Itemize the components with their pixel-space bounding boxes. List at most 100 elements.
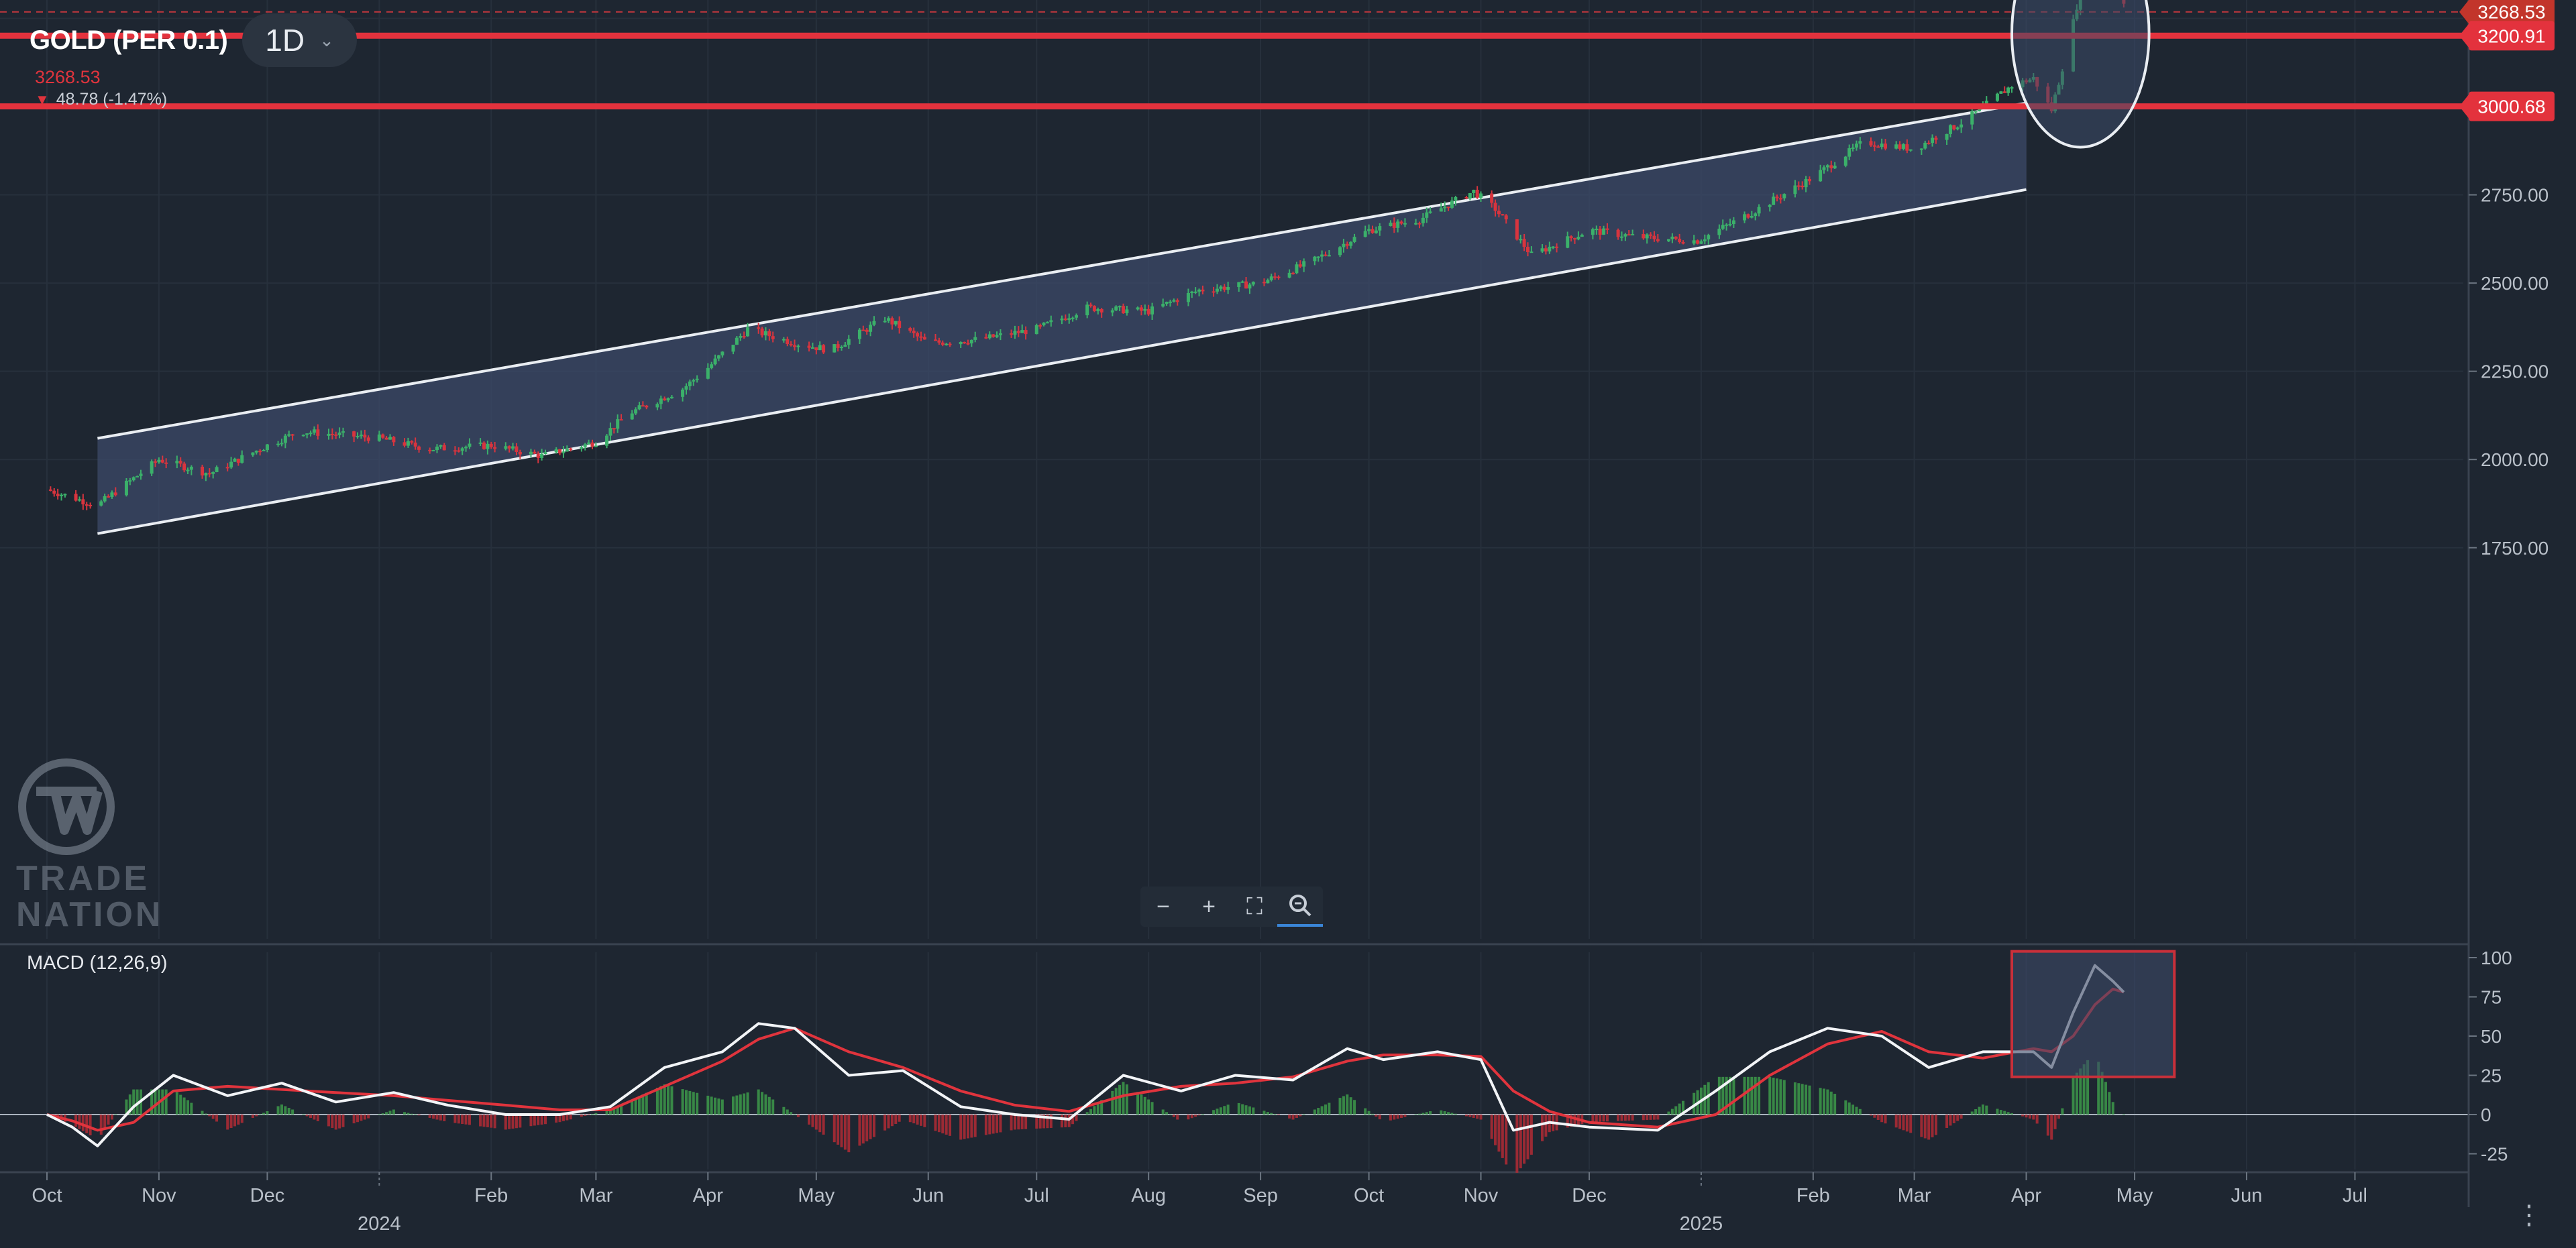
candle-body: [334, 434, 338, 436]
candle-body: [341, 431, 345, 433]
candle-body: [1602, 228, 1606, 235]
trade-nation-watermark: TRADE NATION: [16, 756, 163, 933]
macd-histogram-bar: [255, 1115, 258, 1117]
macd-histogram-bar: [226, 1115, 229, 1130]
candle-body: [746, 327, 750, 337]
candle-body: [442, 445, 446, 451]
zoom-in-button[interactable]: +: [1186, 887, 1232, 927]
fit-screen-button[interactable]: ⛶: [1232, 887, 1277, 927]
chart-background: [0, 0, 2576, 1248]
macd-histogram-bar: [670, 1086, 674, 1115]
macd-histogram-bar: [1884, 1115, 1887, 1124]
macd-histogram-bar: [1945, 1115, 1949, 1128]
macd-histogram-bar: [1454, 1113, 1457, 1115]
macd-histogram-bar: [468, 1115, 471, 1125]
magnifier-button[interactable]: [1277, 887, 1323, 927]
macd-histogram-bar: [908, 1115, 912, 1123]
arrow-down-icon: ▼: [35, 91, 50, 108]
macd-histogram-bar: [1717, 1076, 1721, 1115]
candle-body: [933, 339, 937, 341]
candle-body: [1631, 234, 1635, 236]
macd-histogram-bar: [1165, 1112, 1169, 1115]
candle-body: [431, 450, 435, 452]
candle-body: [1696, 240, 1700, 244]
macd-histogram-bar: [796, 1115, 800, 1117]
candle-body: [608, 428, 612, 436]
macd-histogram-bar: [1353, 1100, 1356, 1115]
candle-body: [482, 442, 486, 449]
candle-body: [128, 480, 132, 482]
candle-body: [587, 442, 591, 445]
candle-body: [540, 453, 544, 458]
time-tick-label: Apr: [2011, 1185, 2041, 1206]
macd-histogram-bar: [1801, 1084, 1804, 1115]
year-tick-label: 2024: [358, 1213, 401, 1235]
zoom-out-button[interactable]: −: [1140, 887, 1186, 927]
macd-histogram-bar: [2021, 1115, 2025, 1117]
candle-body: [655, 404, 659, 408]
candle-body: [305, 433, 309, 435]
candle-body: [1439, 208, 1443, 212]
candle-body: [435, 446, 439, 451]
macd-histogram-bar: [1089, 1109, 1093, 1115]
candle-body: [807, 345, 811, 348]
candle-body: [1970, 111, 1974, 125]
macd-histogram-bar: [2061, 1108, 2064, 1115]
candle-body: [258, 451, 262, 453]
macd-histogram-bar: [490, 1115, 493, 1128]
candle-body: [453, 450, 457, 452]
macd-histogram-bar: [847, 1115, 851, 1153]
candle-body: [207, 473, 211, 475]
candle-body: [1807, 178, 1811, 182]
macd-histogram-bar: [1768, 1076, 1772, 1115]
macd-histogram-bar: [659, 1086, 663, 1115]
macd-histogram-bar: [1291, 1115, 1295, 1120]
candle-body: [843, 345, 847, 347]
candle-body: [1796, 185, 1801, 187]
macd-histogram-bar: [1646, 1115, 1649, 1121]
candle-body: [1566, 236, 1570, 248]
macd-histogram-bar: [1114, 1088, 1118, 1115]
macd-histogram-bar: [761, 1092, 764, 1115]
candle-body: [103, 496, 107, 502]
macd-histogram-bar: [1934, 1115, 1937, 1135]
candle-body: [912, 331, 916, 333]
macd-histogram-bar: [1443, 1111, 1446, 1115]
candle-body: [377, 434, 381, 441]
macd-histogram-bar: [1627, 1115, 1631, 1121]
candle-body: [713, 358, 717, 365]
price-badge-label: 3200.91: [2477, 25, 2545, 46]
macd-histogram-bar: [584, 1115, 587, 1116]
macd-histogram-bar: [771, 1099, 775, 1115]
candle-body: [894, 321, 898, 325]
candle-body: [2006, 87, 2010, 93]
macd-histogram-bar: [1241, 1104, 1244, 1115]
timeframe-selector[interactable]: 1D ⌄: [242, 13, 357, 67]
candle-body: [922, 337, 926, 340]
macd-histogram-bar: [1375, 1115, 1378, 1117]
macd-histogram-bar: [1667, 1111, 1670, 1115]
candle-body: [1898, 144, 1902, 149]
macd-histogram-bar: [1060, 1115, 1063, 1128]
macd-histogram-bar: [1602, 1115, 1605, 1122]
macd-histogram-bar: [78, 1115, 81, 1129]
candle-body: [1139, 307, 1143, 311]
candle-body: [1847, 148, 1851, 157]
macd-histogram-bar: [808, 1115, 811, 1125]
gold-chart[interactable]: 3500.002750.002500.002250.002000.001750.…: [0, 0, 2576, 1248]
macd-histogram-bar: [493, 1115, 496, 1129]
candle-body: [428, 449, 432, 451]
more-options-icon[interactable]: ⋮: [2516, 1200, 2542, 1231]
macd-histogram-bar: [1776, 1078, 1779, 1115]
candle-body: [1287, 272, 1291, 278]
candle-body: [1277, 276, 1281, 278]
macd-histogram-bar: [284, 1106, 287, 1115]
candle-body: [1757, 207, 1761, 214]
candle-body: [1244, 281, 1248, 289]
candle-body: [1143, 308, 1147, 311]
candle-body: [240, 455, 244, 463]
watermark-text: TRADE NATION: [16, 860, 163, 933]
candle-body: [771, 336, 775, 339]
price-change-value: 48.78 (-1.47%): [56, 90, 168, 109]
candle-body: [1414, 223, 1418, 225]
